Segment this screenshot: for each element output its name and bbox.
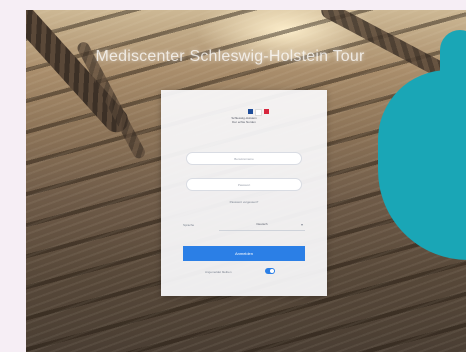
- remember-me-label: Angemeldet bleiben: [205, 270, 232, 274]
- login-card: Schleswig-Holstein Der echte Norden Pass…: [161, 90, 327, 296]
- language-select[interactable]: Deutsch ▾: [219, 219, 305, 231]
- language-value: Deutsch: [256, 222, 268, 226]
- flag-stripe-blue: [248, 109, 253, 114]
- flag-stripe-white: [255, 109, 262, 116]
- flag-icon: [211, 109, 269, 116]
- decorative-teal-shape: [440, 30, 466, 100]
- forgot-password-link[interactable]: Passwort vergessen?: [186, 200, 302, 204]
- login-button[interactable]: Anmelden: [183, 246, 305, 261]
- logo-tagline: Der echte Norden: [232, 120, 256, 124]
- flag-stripe-red: [264, 109, 269, 114]
- remember-me-toggle[interactable]: [265, 268, 275, 274]
- state-logo: Schleswig-Holstein Der echte Norden: [211, 109, 277, 124]
- brand-title: Mediscenter Schleswig-Holstein Tour: [95, 48, 365, 65]
- chevron-down-icon: ▾: [300, 222, 303, 227]
- username-input[interactable]: [186, 152, 302, 165]
- password-input[interactable]: [186, 178, 302, 191]
- language-label: Sprache: [183, 223, 195, 227]
